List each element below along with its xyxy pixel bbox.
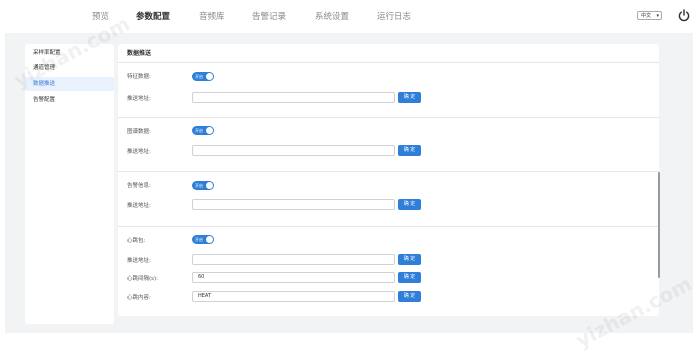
nav-alarm-records[interactable]: 告警记录 xyxy=(252,10,286,22)
language-select[interactable]: 中文 ▾ xyxy=(637,11,662,20)
panel-title: 数据推送 xyxy=(127,50,152,57)
heartbeat-toggle[interactable]: 开启 xyxy=(192,235,214,244)
divider xyxy=(118,62,659,63)
nav-audio-library[interactable]: 音频库 xyxy=(199,10,225,22)
alarm-info-address-input[interactable] xyxy=(192,199,395,210)
sidebar: 采样率配置 通道管理 数据推送 告警配置 xyxy=(25,44,114,324)
alarm-info-label: 告警信息: xyxy=(127,183,151,189)
nav-parameter-config[interactable]: 参数配置 xyxy=(136,10,170,22)
confirm-button[interactable]: 确 定 xyxy=(398,291,421,302)
sidebar-item-alarm-config[interactable]: 告警配置 xyxy=(25,93,114,107)
heartbeat-interval-label: 心跳间隔(s): xyxy=(127,276,159,282)
feature-data-label: 特征数据: xyxy=(127,74,151,80)
nav-run-log[interactable]: 运行日志 xyxy=(377,10,411,22)
feature-data-address-input[interactable] xyxy=(192,92,395,103)
confirm-button[interactable]: 确 定 xyxy=(398,145,421,156)
language-selected: 中文 xyxy=(641,13,652,19)
chevron-down-icon: ▾ xyxy=(656,13,659,19)
push-address-label: 推送地址: xyxy=(127,258,151,264)
toggle-text: 开启 xyxy=(195,74,203,79)
push-address-label: 推送地址: xyxy=(127,149,151,155)
feature-data-toggle[interactable]: 开启 xyxy=(192,72,214,81)
confirm-button[interactable]: 确 定 xyxy=(398,254,421,265)
power-icon[interactable] xyxy=(677,8,691,22)
heartbeat-interval-input[interactable]: 60 xyxy=(192,272,395,283)
toggle-text: 开启 xyxy=(195,183,203,188)
divider xyxy=(118,171,659,172)
confirm-button[interactable]: 确 定 xyxy=(398,199,421,210)
toggle-text: 开启 xyxy=(195,128,203,133)
heartbeat-label: 心跳包: xyxy=(127,238,146,244)
heartbeat-content-input[interactable]: HEAT xyxy=(192,291,395,302)
heartbeat-content-label: 心跳内容: xyxy=(127,295,151,301)
push-address-label: 推送地址: xyxy=(127,203,151,209)
spectrum-data-toggle[interactable]: 开启 xyxy=(192,126,214,135)
alarm-info-toggle[interactable]: 开启 xyxy=(192,181,214,190)
push-address-label: 推送地址: xyxy=(127,96,151,102)
scrollbar[interactable] xyxy=(658,172,660,278)
divider xyxy=(118,226,659,227)
confirm-button[interactable]: 确 定 xyxy=(398,92,421,103)
toggle-text: 开启 xyxy=(195,237,203,242)
spectrum-data-address-input[interactable] xyxy=(192,145,395,156)
heartbeat-address-input[interactable] xyxy=(192,254,395,265)
spectrum-data-label: 图谱数据: xyxy=(127,129,151,135)
confirm-button[interactable]: 确 定 xyxy=(398,272,421,283)
nav-system-settings[interactable]: 系统设置 xyxy=(315,10,349,22)
divider xyxy=(118,117,659,118)
